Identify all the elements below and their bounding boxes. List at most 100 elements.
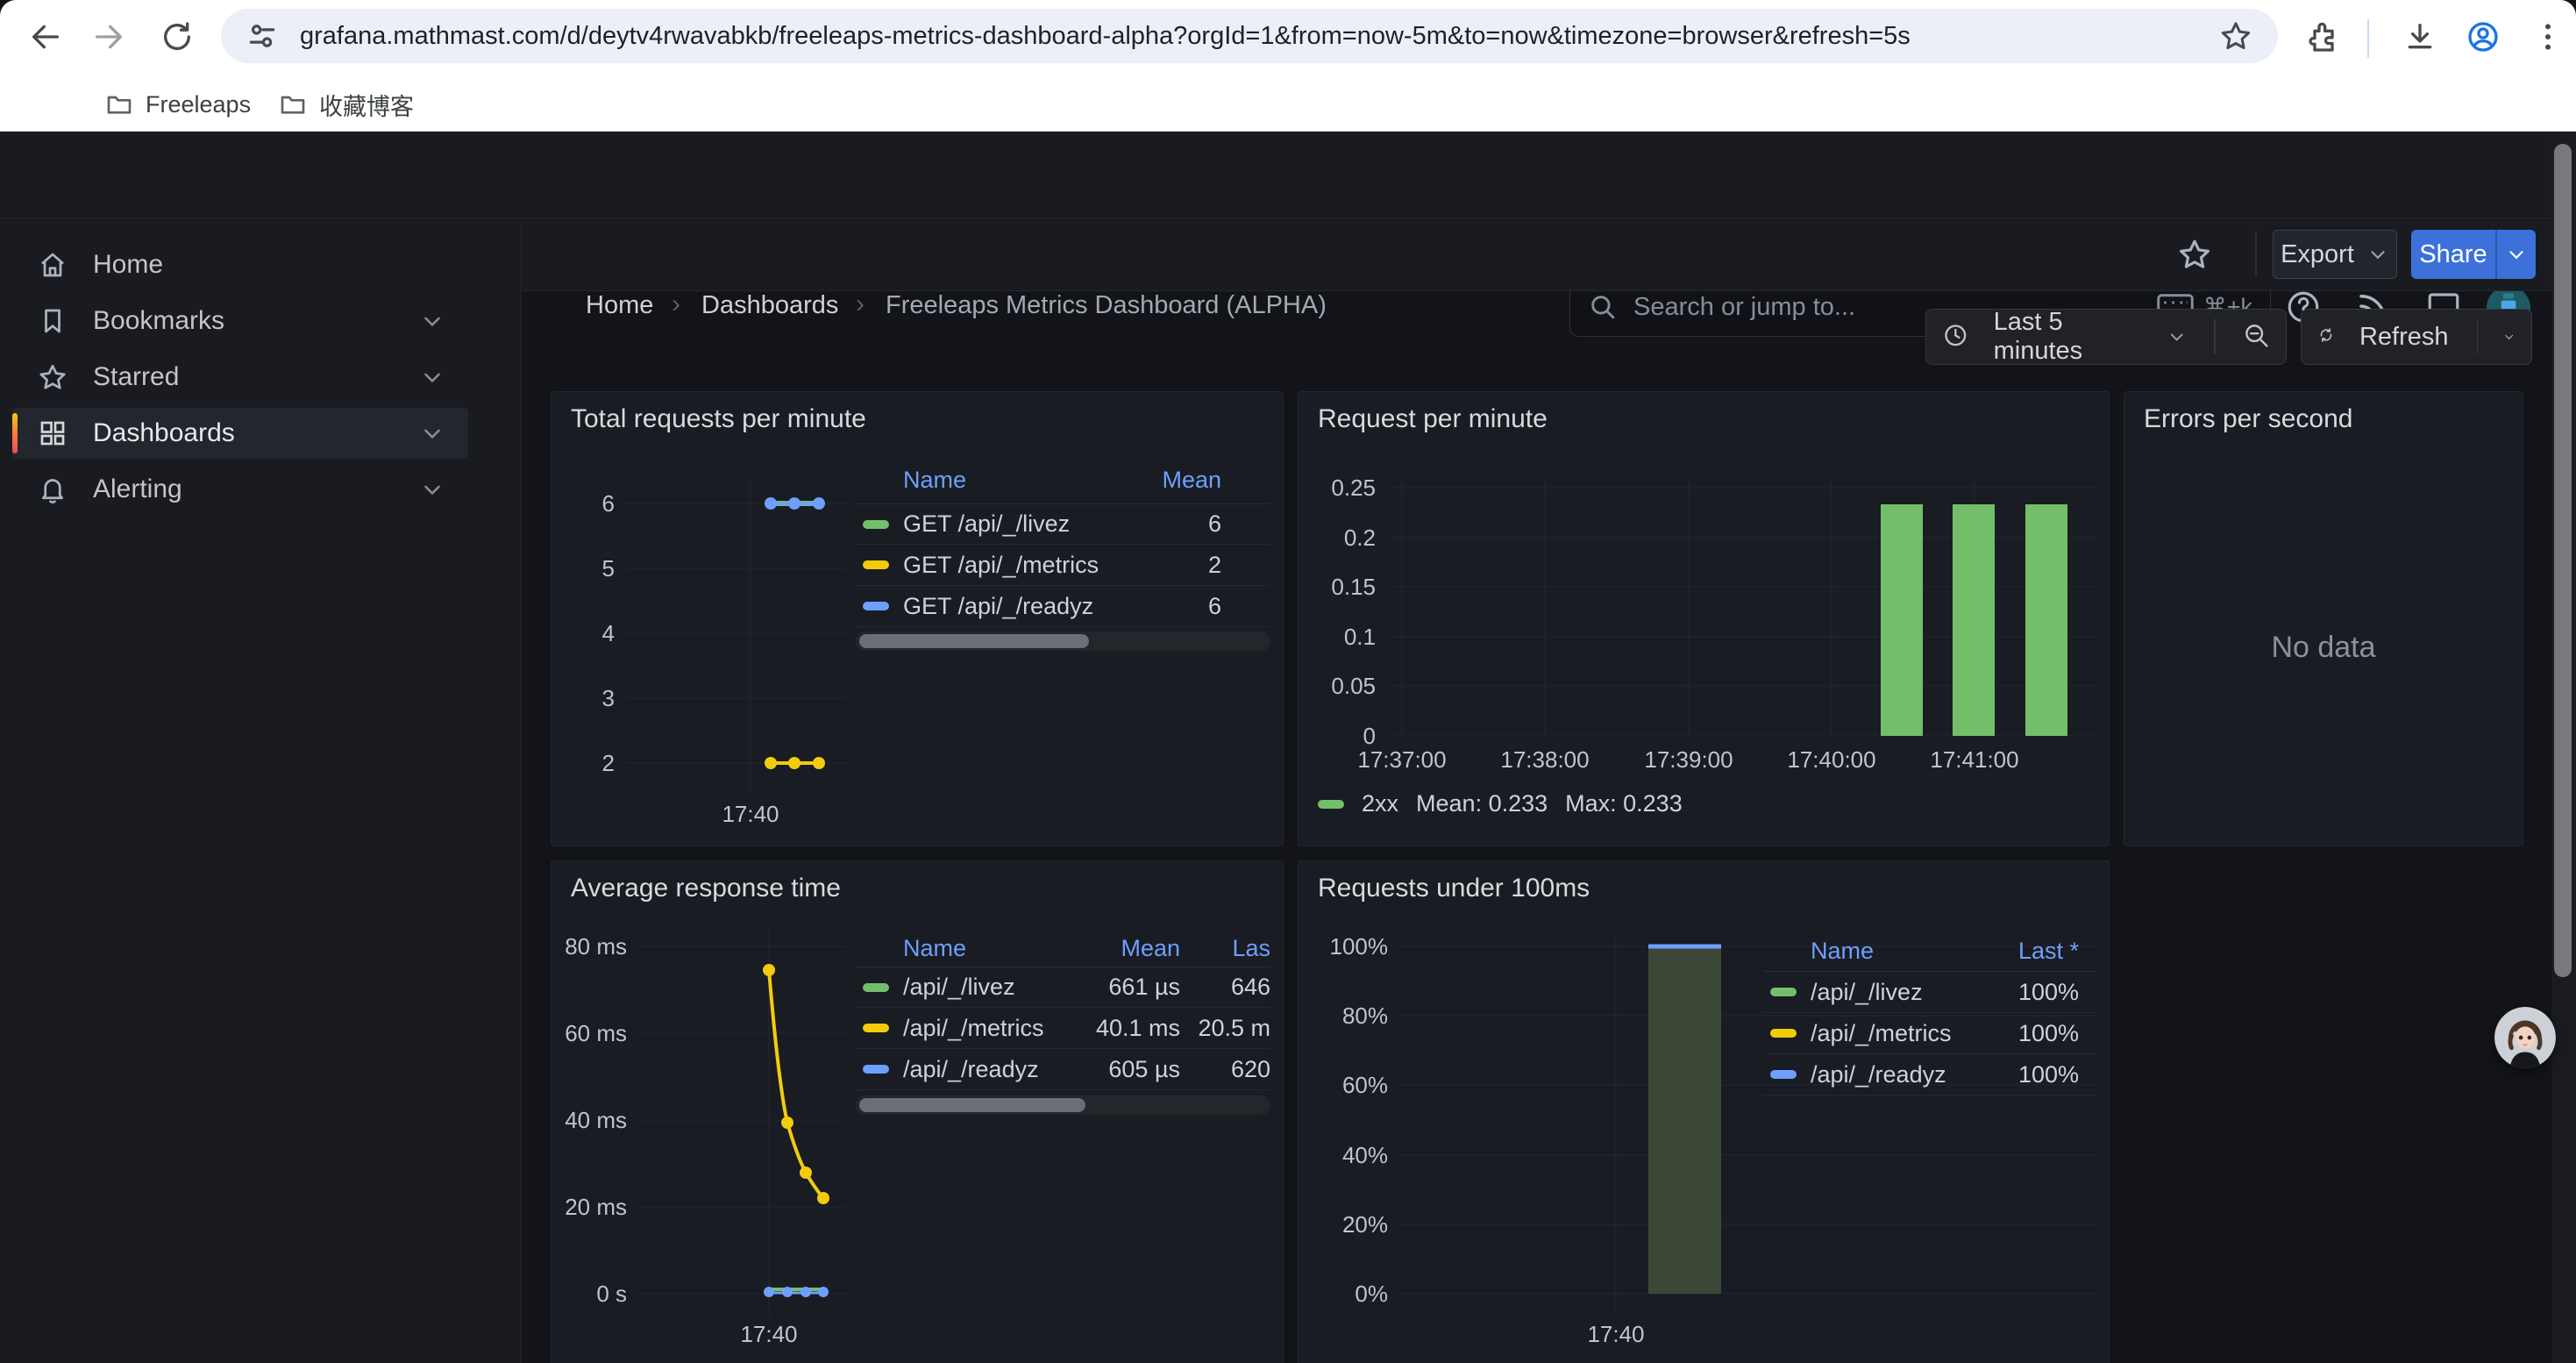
y-tick: 0 s xyxy=(555,1281,627,1308)
chevron-down-icon[interactable] xyxy=(419,364,445,390)
series-swatch-yellow xyxy=(863,560,889,569)
share-button[interactable]: Share xyxy=(2411,230,2495,279)
share-menu-button[interactable] xyxy=(2495,230,2536,279)
legend-row[interactable]: /api/_/metrics 40.1 ms 20.5 m xyxy=(856,1008,1270,1049)
series-name[interactable]: /api/_/readyz xyxy=(1811,1061,1974,1088)
legend-row[interactable]: GET /api/_/readyz 6 xyxy=(856,586,1270,627)
legend-row[interactable]: GET /api/_/livez 6 xyxy=(856,504,1270,545)
scrollbar-thumb[interactable] xyxy=(2554,144,2572,977)
series-name[interactable]: /api/_/metrics xyxy=(903,1015,1049,1042)
panel-total-requests: Total requests per minute 6 5 4 3 2 17:4… xyxy=(551,391,1284,846)
legend-row[interactable]: /api/_/readyz 605 µs 620 xyxy=(856,1049,1270,1090)
legend-col-mean[interactable]: Mean xyxy=(1049,935,1180,962)
folder-icon xyxy=(279,90,307,118)
url-input[interactable] xyxy=(298,21,2218,52)
share-label: Share xyxy=(2419,240,2487,269)
toolbar-divider xyxy=(2255,231,2257,276)
y-tick: 2 xyxy=(562,750,615,777)
sidebar-item-label: Bookmarks xyxy=(93,306,224,336)
bookmark-star-icon[interactable] xyxy=(2218,18,2253,54)
legend-col-name[interactable]: Name xyxy=(1811,938,1974,965)
sidebar-item-alerting[interactable]: Alerting xyxy=(12,464,468,515)
reload-icon[interactable] xyxy=(160,19,195,54)
extensions-icon[interactable] xyxy=(2306,19,2341,54)
url-bar[interactable] xyxy=(221,9,2278,63)
legend-row[interactable]: /api/_/readyz 100% xyxy=(1763,1054,2096,1095)
series-swatch-blue xyxy=(1770,1070,1797,1079)
y-tick: 0.2 xyxy=(1307,525,1376,552)
legend-row[interactable]: /api/_/livez 661 µs 646 xyxy=(856,967,1270,1008)
export-button[interactable]: Export xyxy=(2273,230,2397,279)
breadcrumb-separator: › xyxy=(672,289,680,319)
x-tick: 17:40 xyxy=(1563,1321,1669,1348)
sidebar-item-dashboards[interactable]: Dashboards xyxy=(12,408,468,459)
site-settings-icon[interactable] xyxy=(246,19,279,53)
request-per-minute-chart-area[interactable] xyxy=(1299,392,2110,847)
refresh-label[interactable]: Refresh xyxy=(2359,323,2449,352)
series-name[interactable]: GET /api/_/livez xyxy=(903,510,1116,538)
x-tick: 17:37:00 xyxy=(1341,746,1463,774)
x-tick: 17:40 xyxy=(716,1321,822,1348)
series-swatch-green xyxy=(863,983,889,992)
page-scrollbar[interactable] xyxy=(2551,132,2576,1363)
legend-row[interactable]: /api/_/livez 100% xyxy=(1763,972,2096,1013)
y-tick: 0% xyxy=(1309,1281,1388,1308)
profile-icon[interactable] xyxy=(2466,19,2501,54)
downloads-icon[interactable] xyxy=(2402,19,2437,54)
favorite-star-icon[interactable] xyxy=(2176,236,2213,273)
breadcrumb-home[interactable]: Home xyxy=(586,291,653,320)
legend-col-mean[interactable]: Mean xyxy=(1116,467,1270,494)
chevron-down-icon[interactable] xyxy=(2167,325,2187,348)
browser-menu-icon[interactable] xyxy=(2530,19,2565,54)
chevron-down-icon[interactable] xyxy=(2502,325,2516,348)
time-range-label[interactable]: Last 5 minutes xyxy=(1994,308,2143,366)
legend-row[interactable]: /api/_/metrics 100% xyxy=(1763,1013,2096,1054)
series-name[interactable]: /api/_/livez xyxy=(1811,979,1974,1006)
legend-scrollbar[interactable] xyxy=(856,1095,1270,1115)
breadcrumb-separator: › xyxy=(856,289,865,319)
legend-col-name[interactable]: Name xyxy=(903,467,1116,494)
series-name[interactable]: GET /api/_/readyz xyxy=(903,593,1116,620)
bookmark-folder-freeleaps[interactable]: Freeleaps xyxy=(105,84,251,125)
series-name[interactable]: /api/_/readyz xyxy=(903,1056,1049,1083)
legend-col-last[interactable]: Las xyxy=(1196,935,1270,962)
sidebar-item-bookmarks[interactable]: Bookmarks xyxy=(12,296,468,346)
breadcrumb-dashboards[interactable]: Dashboards xyxy=(701,291,838,320)
chevron-down-icon[interactable] xyxy=(419,308,445,334)
y-tick: 3 xyxy=(562,685,615,712)
series-name[interactable]: 2xx xyxy=(1362,790,1398,817)
assistant-avatar[interactable] xyxy=(2494,1007,2556,1068)
y-tick: 20 ms xyxy=(555,1194,627,1221)
y-tick: 80 ms xyxy=(555,933,627,960)
legend-col-last[interactable]: Last * xyxy=(1974,938,2096,965)
bookmark-icon xyxy=(37,305,68,337)
legend-table: Name Last * /api/_/livez 100% /api/_/met… xyxy=(1763,931,2096,1095)
legend-col-name[interactable]: Name xyxy=(903,935,1049,962)
back-icon[interactable] xyxy=(28,19,63,54)
legend-header: Name Mean xyxy=(856,457,1270,504)
bookmark-folder-blogs[interactable]: 收藏博客 xyxy=(279,84,414,125)
y-tick: 0.15 xyxy=(1307,574,1376,601)
x-tick: 17:40 xyxy=(698,801,803,828)
y-tick: 4 xyxy=(562,620,615,647)
chevron-down-icon[interactable] xyxy=(419,476,445,503)
legend-row[interactable]: GET /api/_/metrics 2 xyxy=(856,545,1270,586)
chevron-down-icon[interactable] xyxy=(419,420,445,446)
refresh-icon[interactable] xyxy=(2317,322,2335,352)
chevron-down-icon xyxy=(2505,243,2528,266)
legend-scrollbar[interactable] xyxy=(856,632,1270,651)
divider xyxy=(2214,319,2216,354)
sidebar-item-home[interactable]: Home xyxy=(12,239,468,290)
zoom-out-icon[interactable] xyxy=(2242,321,2270,353)
series-swatch-yellow xyxy=(1770,1029,1797,1038)
series-name[interactable]: /api/_/metrics xyxy=(1811,1020,1974,1047)
panel-title[interactable]: Errors per second xyxy=(2144,404,2352,434)
sidebar-item-starred[interactable]: Starred xyxy=(12,352,468,403)
home-icon xyxy=(37,249,68,281)
sidebar-item-label: Alerting xyxy=(93,475,182,504)
series-name[interactable]: /api/_/livez xyxy=(903,974,1049,1001)
forward-icon[interactable] xyxy=(91,19,126,54)
refresh-group: Refresh xyxy=(2301,309,2532,365)
series-name[interactable]: GET /api/_/metrics xyxy=(903,552,1116,579)
y-tick: 80% xyxy=(1309,1003,1388,1030)
